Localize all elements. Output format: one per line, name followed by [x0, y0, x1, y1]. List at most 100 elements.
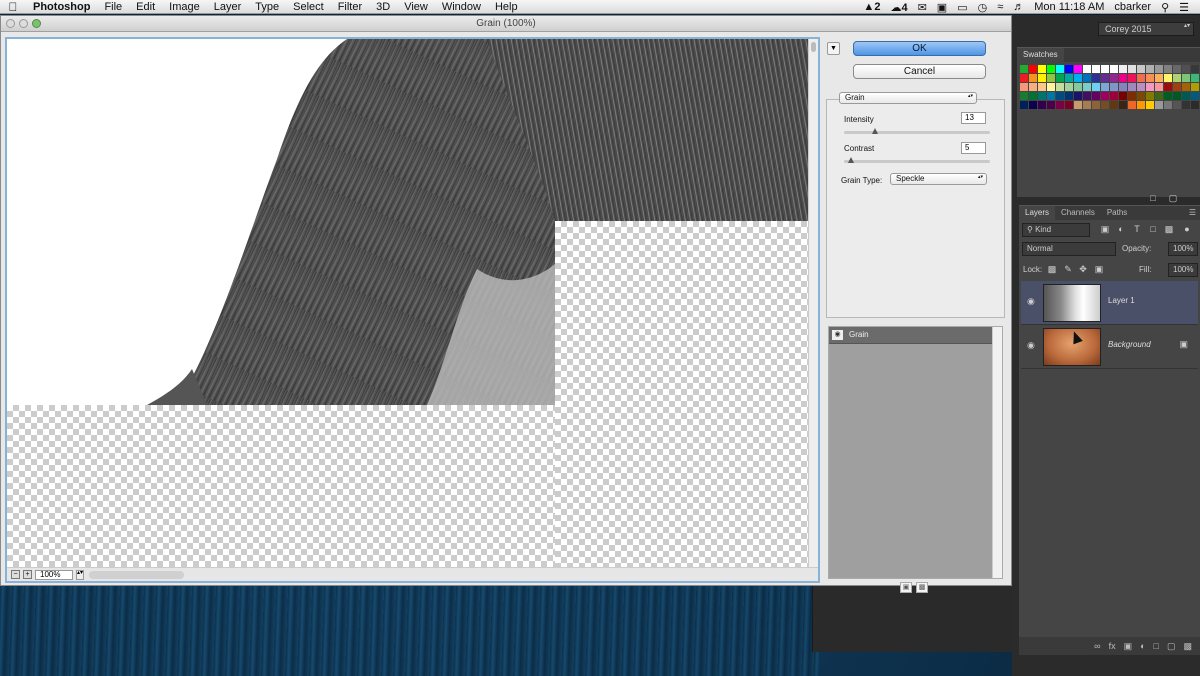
delete-swatch-icon[interactable]: ▢ — [1167, 193, 1179, 204]
workspace-switcher[interactable]: Corey 2015 — [1098, 22, 1194, 36]
preview-canvas[interactable] — [7, 39, 808, 567]
intensity-slider-knob[interactable] — [871, 128, 878, 134]
volume-icon[interactable]: ♬ — [1008, 1, 1029, 13]
color-swatch[interactable] — [1137, 92, 1145, 100]
minimize-button-icon[interactable] — [19, 19, 28, 28]
color-swatch[interactable] — [1137, 74, 1145, 82]
color-swatch[interactable] — [1119, 92, 1127, 100]
color-swatch[interactable] — [1128, 92, 1136, 100]
horizontal-scrollbar[interactable] — [89, 570, 184, 579]
wifi-icon[interactable]: ≈ — [992, 1, 1008, 13]
adjustment-layer-icon[interactable]: ◐ — [1140, 641, 1145, 651]
layer-filter-kind[interactable]: ⚲ Kind — [1022, 223, 1090, 237]
color-swatch[interactable] — [1047, 92, 1055, 100]
color-swatch[interactable] — [1083, 101, 1091, 109]
color-swatch[interactable] — [1092, 83, 1100, 91]
contrast-slider[interactable] — [844, 157, 990, 163]
color-swatch[interactable] — [1092, 65, 1100, 73]
color-swatch[interactable] — [1038, 92, 1046, 100]
color-swatch[interactable] — [1146, 74, 1154, 82]
color-swatch[interactable] — [1110, 101, 1118, 109]
color-swatch[interactable] — [1119, 83, 1127, 91]
panel-menu-icon[interactable]: ☰ — [1189, 208, 1196, 217]
color-swatch[interactable] — [1029, 101, 1037, 109]
mail-icon[interactable]: ✉ — [913, 1, 932, 14]
color-swatch[interactable] — [1128, 83, 1136, 91]
color-swatch[interactable] — [1137, 101, 1145, 109]
color-swatch[interactable] — [1146, 92, 1154, 100]
zoom-button-icon[interactable] — [32, 19, 41, 28]
app-menu[interactable]: Photoshop — [26, 0, 97, 14]
color-swatch[interactable] — [1047, 83, 1055, 91]
color-swatch[interactable] — [1182, 74, 1190, 82]
filter-smart-object-icon[interactable]: ▩ — [1163, 224, 1175, 235]
color-swatch[interactable] — [1065, 65, 1073, 73]
color-swatch[interactable] — [1110, 65, 1118, 73]
color-swatch[interactable] — [1083, 65, 1091, 73]
effect-list-scrollbar[interactable] — [992, 327, 1002, 578]
color-swatch[interactable] — [1155, 101, 1163, 109]
color-swatch[interactable] — [1155, 83, 1163, 91]
color-swatch[interactable] — [1164, 92, 1172, 100]
color-swatch[interactable] — [1092, 92, 1100, 100]
color-swatch[interactable] — [1083, 83, 1091, 91]
add-mask-icon[interactable]: ▣ — [1124, 641, 1133, 652]
color-swatch[interactable] — [1038, 65, 1046, 73]
tab-layers[interactable]: Layers — [1019, 206, 1056, 220]
color-swatch[interactable] — [1056, 83, 1064, 91]
visibility-eye-icon[interactable]: ◉ — [1027, 296, 1037, 307]
color-swatch[interactable] — [1020, 65, 1028, 73]
lock-position-icon[interactable]: ✥ — [1077, 264, 1089, 275]
apple-menu-icon[interactable]:  — [0, 0, 26, 14]
lock-transparency-icon[interactable]: ▩ — [1046, 264, 1058, 275]
color-swatch[interactable] — [1101, 83, 1109, 91]
new-layer-icon[interactable]: ▢ — [1167, 641, 1176, 652]
menu-layer[interactable]: Layer — [207, 0, 249, 14]
layer-name[interactable]: Layer 1 — [1108, 296, 1135, 305]
color-swatch[interactable] — [1029, 83, 1037, 91]
color-swatch[interactable] — [1056, 65, 1064, 73]
zoom-dropdown[interactable]: ▴▾ — [76, 569, 84, 580]
color-swatch[interactable] — [1047, 65, 1055, 73]
menu-filter[interactable]: Filter — [331, 0, 369, 14]
color-swatch[interactable] — [1056, 92, 1064, 100]
layer-row-layer-1[interactable]: ◉ Layer 1 — [1021, 281, 1198, 325]
filter-toggle-icon[interactable]: ● — [1181, 224, 1193, 234]
color-swatch[interactable] — [1083, 92, 1091, 100]
color-swatch[interactable] — [1173, 92, 1181, 100]
color-swatch[interactable] — [1164, 74, 1172, 82]
visibility-eye-icon[interactable]: ◉ — [1027, 340, 1037, 351]
menu-help[interactable]: Help — [488, 0, 525, 14]
color-swatch[interactable] — [1164, 65, 1172, 73]
filter-select[interactable]: Grain — [839, 92, 977, 104]
user-name[interactable]: cbarker — [1109, 1, 1156, 13]
color-swatch[interactable] — [1074, 101, 1082, 109]
filter-shape-icon[interactable]: □ — [1147, 224, 1159, 234]
color-swatch[interactable] — [1038, 101, 1046, 109]
color-swatch[interactable] — [1065, 92, 1073, 100]
spotlight-search-icon[interactable]: ⚲ — [1156, 1, 1174, 14]
color-swatch[interactable] — [1065, 101, 1073, 109]
color-swatch[interactable] — [1173, 74, 1181, 82]
menu-3d[interactable]: 3D — [369, 0, 397, 14]
menu-select[interactable]: Select — [286, 0, 331, 14]
menu-window[interactable]: Window — [435, 0, 488, 14]
zoom-in-button[interactable]: + — [23, 570, 32, 579]
lock-pixels-icon[interactable]: ✎ — [1062, 264, 1074, 275]
tab-swatches[interactable]: Swatches — [1017, 48, 1064, 62]
color-swatch[interactable] — [1191, 101, 1199, 109]
scroll-thumb[interactable] — [811, 42, 816, 52]
color-swatch[interactable] — [1182, 83, 1190, 91]
time-machine-icon[interactable]: ◷ — [973, 1, 993, 14]
color-swatch[interactable] — [1110, 74, 1118, 82]
color-swatch[interactable] — [1128, 74, 1136, 82]
layer-row-background[interactable]: ◉ Background ▣ — [1021, 325, 1198, 369]
color-swatch[interactable] — [1155, 92, 1163, 100]
collapse-gallery-icon[interactable]: ▼ — [827, 42, 840, 55]
notification-center-icon[interactable]: ☰ — [1174, 1, 1194, 14]
color-swatch[interactable] — [1020, 74, 1028, 82]
color-swatch[interactable] — [1029, 65, 1037, 73]
color-swatch[interactable] — [1056, 101, 1064, 109]
new-group-icon[interactable]: □ — [1154, 641, 1159, 651]
color-swatch[interactable] — [1164, 101, 1172, 109]
